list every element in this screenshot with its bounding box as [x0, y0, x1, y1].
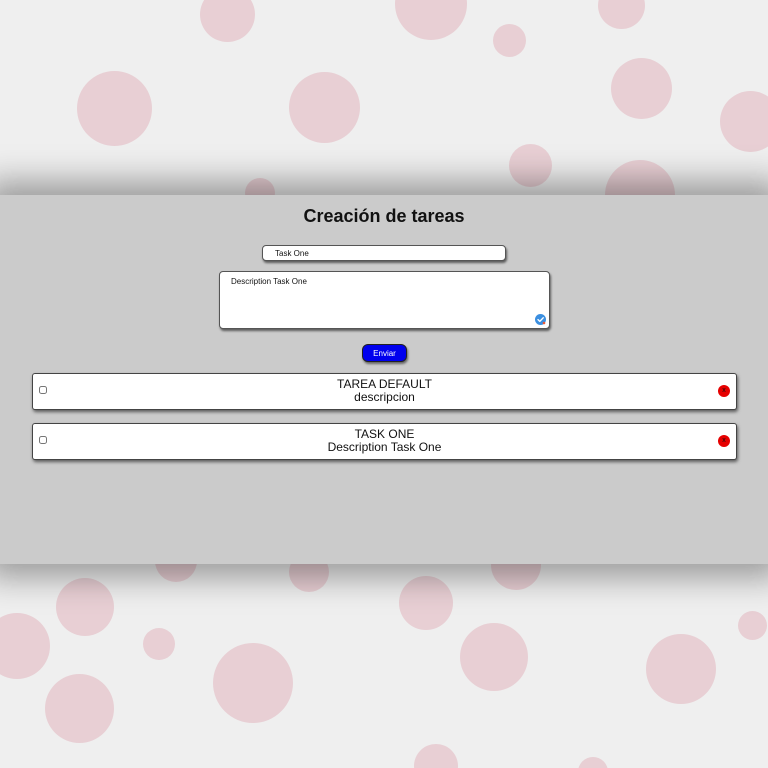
background-dot — [0, 613, 50, 679]
background-dot — [56, 578, 114, 636]
page-title: Creación de tareas — [303, 206, 465, 226]
task-title: TASK ONE — [354, 427, 415, 441]
task-description-field: Description Task One — [219, 271, 550, 329]
delete-task-button[interactable]: x — [718, 435, 730, 447]
background-dot — [289, 72, 360, 143]
task-description-input[interactable]: Description Task One — [220, 272, 549, 328]
background-dot — [213, 643, 293, 723]
background-dot — [598, 0, 645, 29]
background-dot — [414, 744, 458, 768]
task-text: TAREA DEFAULT descripcion — [33, 378, 736, 404]
background-dot — [509, 144, 552, 187]
task-checkbox[interactable] — [39, 386, 47, 394]
task-checkbox[interactable] — [39, 436, 47, 444]
background-dot — [77, 71, 152, 146]
background-dot — [399, 576, 453, 630]
background-dot — [720, 91, 768, 152]
background-dot — [200, 0, 255, 42]
submit-button[interactable]: Enviar — [362, 344, 407, 362]
task-description: descripcion — [354, 390, 415, 404]
background-dot — [395, 0, 467, 40]
background-dot — [493, 24, 526, 57]
task-description: Description Task One — [327, 440, 442, 454]
background-dot — [143, 628, 175, 660]
background-dot — [738, 611, 767, 640]
task-text: TASK ONE Description Task One — [33, 428, 736, 454]
background-dot — [45, 674, 114, 743]
background-dot — [646, 634, 716, 704]
task-card: TASK ONE Description Task One x — [32, 423, 737, 460]
delete-task-button[interactable]: x — [718, 385, 730, 397]
task-card: TAREA DEFAULT descripcion x — [32, 373, 737, 410]
background-dot — [460, 623, 528, 691]
background-dot — [611, 58, 672, 119]
task-creation-panel: Creación de tareas Description Task One … — [0, 195, 768, 564]
background-dot — [578, 757, 608, 768]
task-title: TAREA DEFAULT — [337, 377, 432, 391]
task-title-input[interactable] — [262, 245, 506, 261]
check-badge-icon — [535, 314, 546, 325]
